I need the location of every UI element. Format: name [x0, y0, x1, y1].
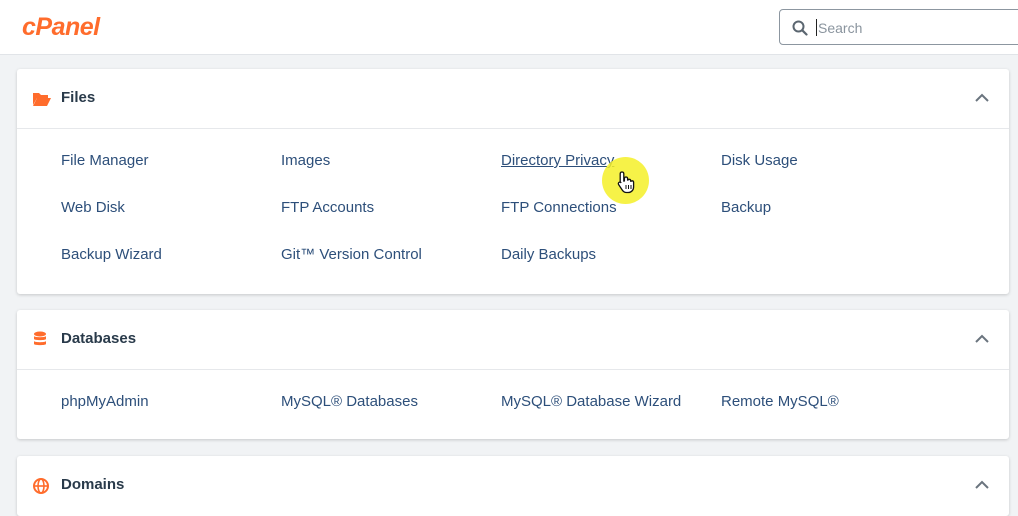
link-git-version-control[interactable]: Git™ Version Control [281, 246, 422, 263]
search-input[interactable] [816, 16, 1018, 40]
link-directory-privacy[interactable]: Directory Privacy [501, 152, 614, 169]
top-bar: cPanel [0, 0, 1018, 55]
databases-panel-header[interactable]: Databases [17, 310, 1009, 370]
chevron-up-icon[interactable] [975, 334, 989, 343]
folder-open-icon [33, 93, 51, 106]
chevron-up-icon[interactable] [975, 480, 989, 489]
link-mysql-database-wizard[interactable]: MySQL® Database Wizard [501, 393, 681, 410]
panel-title: Files [61, 89, 96, 106]
files-panel: Files File Manager Images Directory Priv… [17, 69, 1009, 294]
link-web-disk[interactable]: Web Disk [61, 199, 125, 216]
link-mysql-databases[interactable]: MySQL® Databases [281, 393, 418, 410]
chevron-up-icon[interactable] [975, 93, 989, 102]
globe-icon [33, 478, 49, 494]
domains-panel: Domains [17, 456, 1009, 516]
link-backup[interactable]: Backup [721, 199, 771, 216]
hand-pointer-icon [617, 171, 635, 194]
cpanel-logo[interactable]: cPanel [22, 13, 100, 42]
databases-panel: Databases phpMyAdmin MySQL® Databases My… [17, 310, 1009, 439]
link-ftp-accounts[interactable]: FTP Accounts [281, 199, 374, 216]
link-disk-usage[interactable]: Disk Usage [721, 152, 798, 169]
link-remote-mysql[interactable]: Remote MySQL® [721, 393, 839, 410]
files-panel-header[interactable]: Files [17, 69, 1009, 129]
link-ftp-connections[interactable]: FTP Connections [501, 199, 617, 216]
link-phpmyadmin[interactable]: phpMyAdmin [61, 393, 149, 410]
domains-panel-header[interactable]: Domains [17, 456, 1009, 516]
search-icon [792, 20, 808, 36]
search-box[interactable] [779, 9, 1018, 45]
link-daily-backups[interactable]: Daily Backups [501, 246, 596, 263]
link-backup-wizard[interactable]: Backup Wizard [61, 246, 162, 263]
panel-title: Domains [61, 476, 125, 493]
database-icon [34, 331, 46, 346]
link-images[interactable]: Images [281, 152, 330, 169]
link-file-manager[interactable]: File Manager [61, 152, 149, 169]
panel-title: Databases [61, 330, 137, 347]
